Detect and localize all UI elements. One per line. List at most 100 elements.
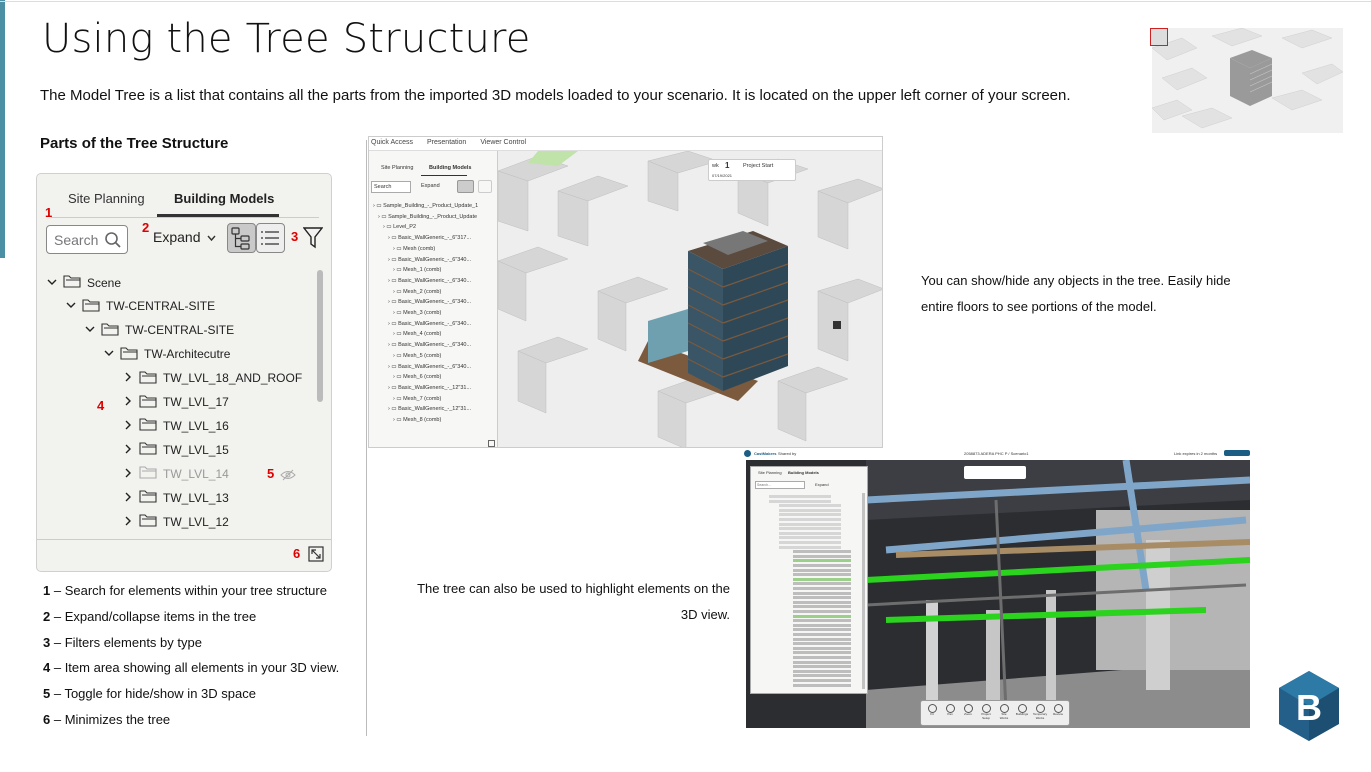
tree-item[interactable]: TW_LVL_16 <box>123 417 229 434</box>
shot2-tree-row[interactable] <box>793 568 851 572</box>
shot2-tool-button[interactable]: Zoom <box>961 703 975 725</box>
shot1-tree-row[interactable]: › ▭ Basic_WallGeneric_-_6"340... <box>388 321 471 327</box>
shot2-tree-row[interactable] <box>793 573 851 577</box>
shot2-tree-row[interactable] <box>793 651 851 655</box>
list-view-button[interactable] <box>256 223 285 253</box>
shot2-tree-row[interactable] <box>793 550 851 554</box>
chevron-down-icon[interactable] <box>104 347 114 361</box>
shot2-tree-row[interactable] <box>793 577 851 581</box>
shot2-tool-button[interactable]: Project Setup <box>979 703 993 725</box>
shot2-tree-row[interactable] <box>793 554 851 558</box>
shot1-tree-row[interactable]: › ▭ Mesh_7 (comb) <box>393 396 441 402</box>
shot2-tree-row[interactable] <box>793 633 851 636</box>
shot1-tree-row[interactable]: › ▭ Mesh (comb) <box>393 246 435 252</box>
chevron-right-icon[interactable] <box>123 371 133 385</box>
filter-icon[interactable] <box>303 227 323 249</box>
shot2-tree-row[interactable] <box>769 499 831 503</box>
tree-scrollbar[interactable] <box>317 270 323 402</box>
tree-item[interactable]: TW-CENTRAL-SITE <box>85 322 234 339</box>
shot2-search-input[interactable]: Search... <box>755 481 805 489</box>
chevron-right-icon[interactable] <box>123 395 133 409</box>
shot2-tree-row[interactable] <box>793 623 851 627</box>
shot1-tree-row[interactable]: › ▭ Mesh_4 (comb) <box>393 331 441 337</box>
chevron-right-icon[interactable] <box>123 491 133 505</box>
tree-item[interactable]: TW_LVL_14 <box>123 465 229 482</box>
shot1-tree-row[interactable]: › ▭ Mesh_1 (comb) <box>393 267 441 273</box>
shot2-tree-row[interactable] <box>779 536 841 540</box>
shot2-tree-row[interactable] <box>779 545 841 549</box>
shot2-tree-row[interactable] <box>793 600 851 604</box>
shot2-expand[interactable]: Expand <box>815 482 829 487</box>
search-input[interactable]: Search <box>46 225 128 254</box>
shot1-tree-row[interactable]: › ▭ Sample_Building_-_Product_Update_1 <box>373 203 478 209</box>
shot2-tool-button[interactable]: Temporary Works <box>1033 703 1047 725</box>
minimize-icon[interactable] <box>308 546 324 562</box>
shot2-tree-row[interactable] <box>793 669 851 673</box>
shot2-tree-row[interactable] <box>793 628 851 632</box>
shot1-minimize-icon[interactable] <box>488 440 495 447</box>
shot2-tree-row[interactable] <box>779 527 841 531</box>
shot1-tree-row[interactable]: › ▭ Basic_WallGeneric_-_6"340... <box>388 257 471 263</box>
shot1-tree-row[interactable]: › ▭ Basic_WallGeneric_-_12"31... <box>388 385 471 391</box>
shot1-tree-row[interactable]: › ▭ Basic_WallGeneric_-_6"340... <box>388 278 471 284</box>
shot1-tree-row[interactable]: › ▭ Mesh_6 (comb) <box>393 374 441 380</box>
shot2-tree-row[interactable] <box>793 683 851 687</box>
tab-building-models[interactable]: Building Models <box>174 191 274 206</box>
tree-view-button[interactable] <box>227 223 256 253</box>
chevron-down-icon[interactable] <box>47 276 57 290</box>
shot2-tree-row[interactable] <box>793 605 851 609</box>
shot2-tab-building[interactable]: Building Models <box>788 470 819 475</box>
shot1-search-input[interactable]: Search <box>371 181 411 193</box>
shot1-tree-row[interactable]: › ▭ Mesh_5 (comb) <box>393 353 441 359</box>
shot2-cta-button[interactable] <box>1224 450 1250 456</box>
shot1-expand[interactable]: Expand <box>421 183 440 189</box>
shot1-tree-row[interactable]: › ▭ Basic_WallGeneric_-_6"317... <box>388 235 471 241</box>
shot2-tree-row[interactable] <box>793 646 851 650</box>
shot2-tree-row[interactable] <box>793 559 851 563</box>
shot1-timeline-card[interactable]: wk 1 07/19/2021 Project Start <box>708 159 796 181</box>
tree-item[interactable]: TW_LVL_18_AND_ROOF <box>123 370 302 387</box>
shot2-tree-row[interactable] <box>793 619 851 623</box>
chevron-down-icon[interactable] <box>85 323 95 337</box>
tree-item[interactable]: TW_LVL_13 <box>123 489 229 506</box>
shot1-tab-site[interactable]: Site Planning <box>381 165 413 171</box>
shot1-tree-row[interactable]: › ▭ Mesh_3 (comb) <box>393 310 441 316</box>
shot1-tree-row[interactable]: › ▭ Basic_WallGeneric_-_6"340... <box>388 364 471 370</box>
shot1-tree-row[interactable]: › ▭ Basic_WallGeneric_-_6"340... <box>388 299 471 305</box>
chevron-down-icon[interactable] <box>66 299 76 313</box>
tree-item[interactable]: TW-CENTRAL-SITE <box>66 298 215 315</box>
tree-item[interactable]: Scene <box>47 274 121 291</box>
shot2-tree-row[interactable] <box>793 656 851 659</box>
shot2-tool-button[interactable]: Fit <box>925 703 939 725</box>
shot1-list-view-button[interactable] <box>478 180 492 193</box>
shot1-tree-row[interactable]: › ▭ Mesh_2 (comb) <box>393 289 441 295</box>
shot2-tree-row[interactable] <box>793 591 851 595</box>
shot2-tree-row[interactable] <box>793 610 851 613</box>
menu-presentation[interactable]: Presentation <box>427 139 466 148</box>
shot2-tool-button[interactable]: Review <box>1051 703 1065 725</box>
shot2-tree-row[interactable] <box>793 596 851 600</box>
chevron-right-icon[interactable] <box>123 515 133 529</box>
shot1-tree-row[interactable]: › ▭ Basic_WallGeneric_-_12"31... <box>388 406 471 412</box>
shot2-tree-row[interactable] <box>793 587 851 590</box>
chevron-right-icon[interactable] <box>123 467 133 481</box>
shot2-timeline-card[interactable] <box>964 466 1026 479</box>
menu-quick-access[interactable]: Quick Access <box>371 139 413 148</box>
shot1-3d-view[interactable]: wk 1 07/19/2021 Project Start <box>497 150 882 447</box>
shot2-tab-site[interactable]: Site Planning <box>758 470 782 475</box>
tab-site-planning[interactable]: Site Planning <box>68 191 145 206</box>
shot2-scrollbar[interactable] <box>862 493 865 689</box>
tree-item[interactable]: TW_LVL_17 <box>123 394 229 411</box>
shot2-tree-row[interactable] <box>779 504 841 508</box>
shot2-tree-row[interactable] <box>779 513 841 517</box>
shot2-tree-row[interactable] <box>779 522 841 526</box>
shot2-tool-button[interactable]: Buildings <box>1015 703 1029 725</box>
shot2-tree-row[interactable] <box>793 582 851 586</box>
menu-viewer-control[interactable]: Viewer Control <box>480 139 526 148</box>
shot2-tree-row[interactable] <box>793 679 851 682</box>
tree-item[interactable]: TW_LVL_12 <box>123 513 229 530</box>
expand-dropdown[interactable]: Expand <box>153 229 216 245</box>
shot1-tree-view-button[interactable] <box>457 180 474 193</box>
shot2-tree-row[interactable] <box>779 518 841 521</box>
shot2-tree-row[interactable] <box>793 674 851 678</box>
